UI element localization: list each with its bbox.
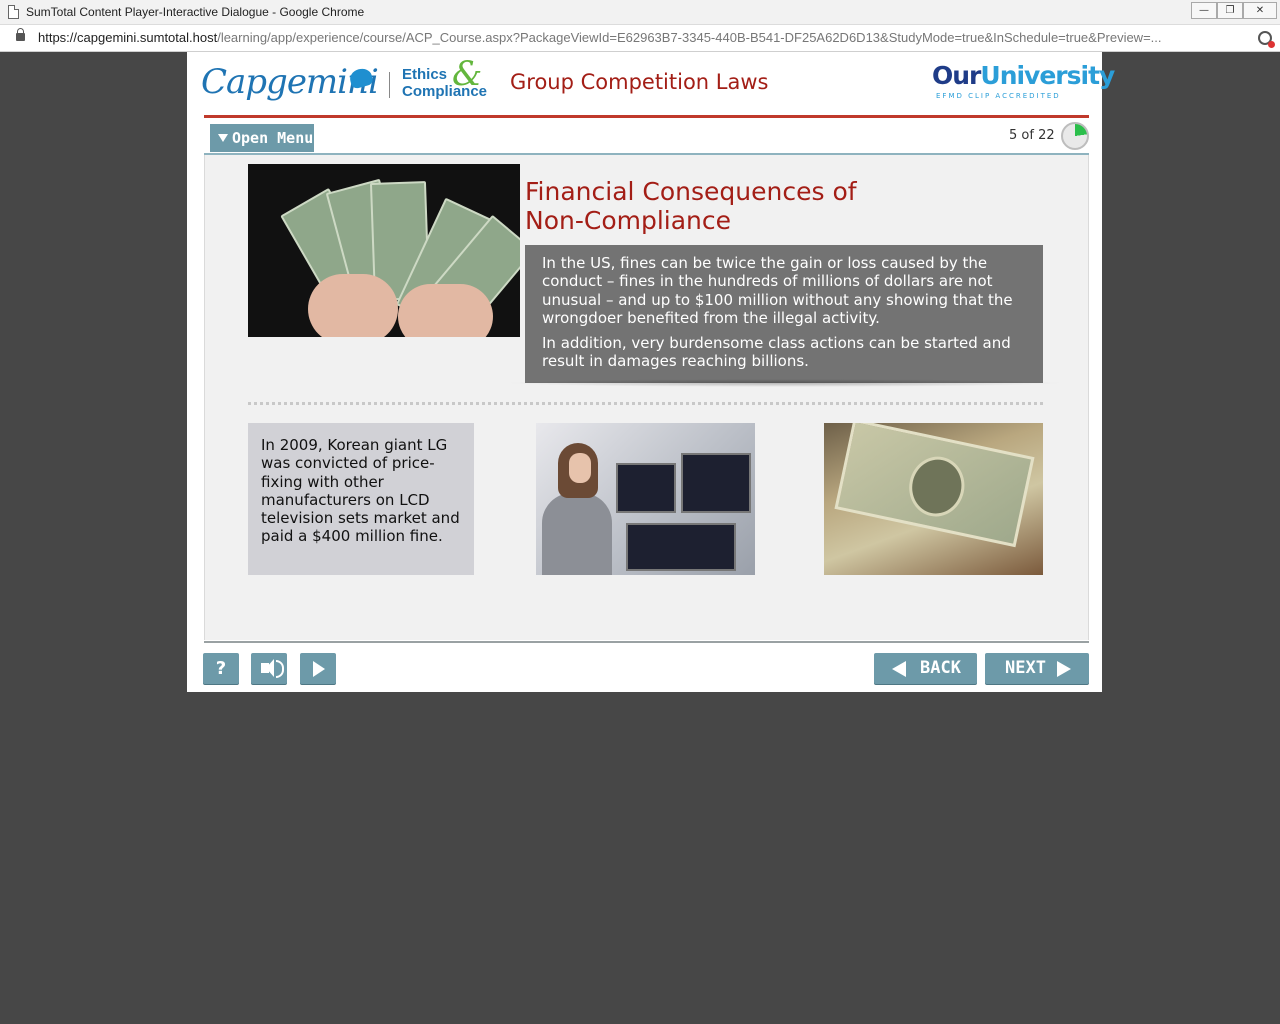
play-icon	[313, 661, 325, 677]
dotted-divider	[248, 402, 1043, 405]
photo-tv-screen	[626, 523, 736, 571]
open-menu-label: Open Menu	[232, 129, 314, 147]
lock-icon	[16, 28, 25, 41]
lg-case-box: In 2009, Korean giant LG was convicted o…	[248, 423, 474, 575]
back-button[interactable]: BACK	[874, 653, 977, 684]
footer-divider	[204, 641, 1089, 643]
audio-button[interactable]	[251, 653, 287, 684]
our-university-logo: OurUniversity	[932, 61, 1115, 90]
help-label: ?	[215, 658, 227, 679]
close-button[interactable]: ✕	[1243, 2, 1277, 19]
logo-divider	[389, 72, 390, 98]
document-icon	[8, 5, 19, 19]
arrow-right-icon	[1057, 661, 1071, 677]
address-bar[interactable]: https://capgemini.sumtotal.host/learning…	[0, 25, 1280, 52]
photo-hand	[308, 274, 398, 337]
photo-tv-screen	[616, 463, 676, 513]
fines-paragraph: In the US, fines can be twice the gain o…	[542, 254, 1013, 327]
back-label: BACK	[920, 658, 961, 678]
window-title: SumTotal Content Player-Interactive Dial…	[26, 5, 365, 19]
play-button[interactable]	[300, 653, 336, 684]
next-label: NEXT	[1005, 658, 1046, 678]
progress-pie-icon	[1061, 122, 1089, 150]
ampersand-icon: &	[452, 54, 483, 94]
photo-portrait-oval	[903, 451, 970, 522]
info-text-box: In the US, fines can be twice the gain o…	[525, 245, 1043, 383]
logo-university: University	[980, 61, 1115, 90]
page-counter: 5 of 22	[1009, 128, 1055, 143]
header-divider	[204, 115, 1089, 118]
open-menu-button[interactable]: Open Menu	[210, 124, 314, 152]
url-text[interactable]: https://capgemini.sumtotal.host/learning…	[38, 30, 1253, 45]
url-path: /learning/app/experience/course/ACP_Cour…	[217, 30, 1162, 45]
speaker-icon	[261, 659, 284, 678]
photo-twenty-dollar-note	[834, 423, 1035, 548]
class-actions-paragraph: In addition, very burdensome class actio…	[542, 334, 1011, 371]
arrow-left-icon	[892, 661, 906, 677]
triangle-down-icon	[218, 134, 228, 142]
logo-accreditation: EFMD CLIP ACCREDITED	[936, 92, 1061, 100]
logo-our: Our	[932, 61, 981, 90]
slide-heading: Financial Consequences of Non-Compliance	[525, 177, 857, 235]
photo-hand	[398, 284, 493, 337]
course-player: Capgemini Ethics Compliance & Group Comp…	[187, 52, 1115, 692]
next-button[interactable]: NEXT	[985, 653, 1089, 684]
blocked-popup-icon[interactable]	[1258, 31, 1275, 48]
dollar-bills-photo	[824, 423, 1043, 575]
tv-shopper-photo	[536, 423, 755, 575]
help-button[interactable]: ?	[203, 653, 239, 684]
url-host: https://capgemini.sumtotal.host	[38, 30, 218, 45]
photo-woman-body	[542, 493, 612, 575]
slide-content: Financial Consequences of Non-Compliance…	[204, 155, 1089, 640]
course-title: Group Competition Laws	[510, 70, 769, 94]
browser-title-bar: SumTotal Content Player-Interactive Dial…	[0, 0, 1280, 25]
money-hands-photo	[248, 164, 520, 337]
restore-button[interactable]: ❐	[1217, 2, 1243, 19]
photo-woman-face	[569, 453, 591, 483]
minimize-button[interactable]: —	[1191, 2, 1217, 19]
photo-tv-screen	[681, 453, 751, 513]
text-box-shadow	[505, 379, 1065, 387]
